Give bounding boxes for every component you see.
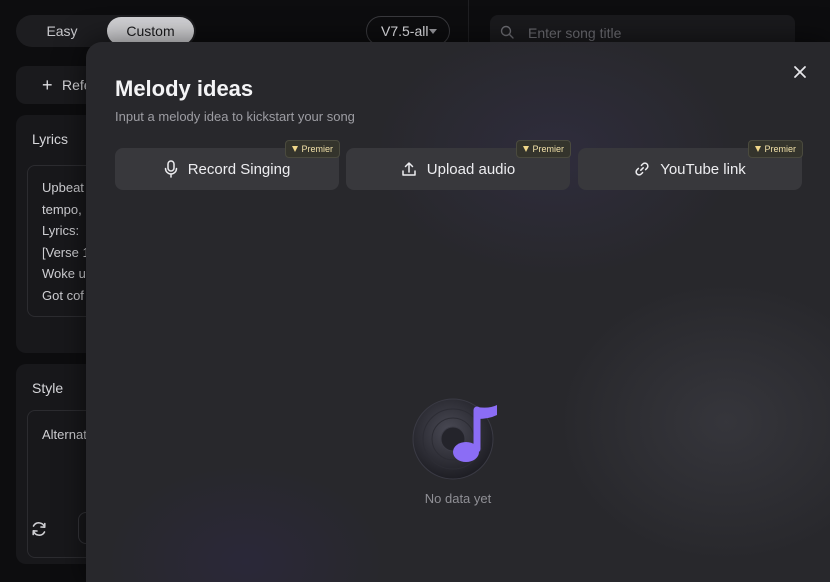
record-singing-button[interactable]: Record Singing Premier [115,140,340,190]
melody-ideas-modal: Melody ideas Input a melody idea to kick… [86,42,830,582]
lyrics-line: Upbeat [42,180,84,195]
upload-audio-button[interactable]: Upload audio Premier [346,140,571,190]
mode-custom-button[interactable]: Custom [107,17,194,45]
record-singing-label: Record Singing [187,160,291,178]
premium-badge: Premier [748,140,803,158]
modal-title: Melody ideas [115,76,254,101]
premium-badge-label: Premier [532,144,564,154]
lyrics-line: tempo, [42,202,82,217]
refresh-icon[interactable] [30,520,48,538]
lyrics-title: Lyrics [32,131,69,147]
upload-icon [402,162,416,176]
version-value: V7.5-all [381,23,429,39]
diamond-icon [523,146,530,152]
lyrics-line: Lyrics: [42,223,80,238]
lyrics-line: Got cof [42,288,84,303]
youtube-link-button[interactable]: YouTube link Premier [578,140,803,190]
music-disc-icon [412,398,497,480]
style-title: Style [32,380,64,396]
microphone-icon [164,160,177,178]
caret-down-icon [429,29,437,34]
premium-badge-label: Premier [301,144,333,154]
premium-badge-label: Premier [764,144,796,154]
empty-state-text: No data yet [424,491,492,506]
plus-icon: + [42,75,53,95]
premium-badge: Premier [285,140,340,158]
style-text: Alternat [42,427,87,442]
upload-audio-label: Upload audio [426,160,516,178]
mode-easy-button[interactable]: Easy [18,17,106,45]
youtube-link-label: YouTube link [660,160,746,178]
diamond-icon [755,146,762,152]
premium-badge: Premier [516,140,571,158]
lyrics-line: Woke u [42,266,86,281]
close-icon[interactable] [790,62,810,82]
diamond-icon [292,146,299,152]
search-icon [500,25,514,39]
lyrics-line: [Verse 1 [42,245,90,260]
modal-subtitle: Input a melody idea to kickstart your so… [115,109,355,124]
link-icon [635,162,649,176]
